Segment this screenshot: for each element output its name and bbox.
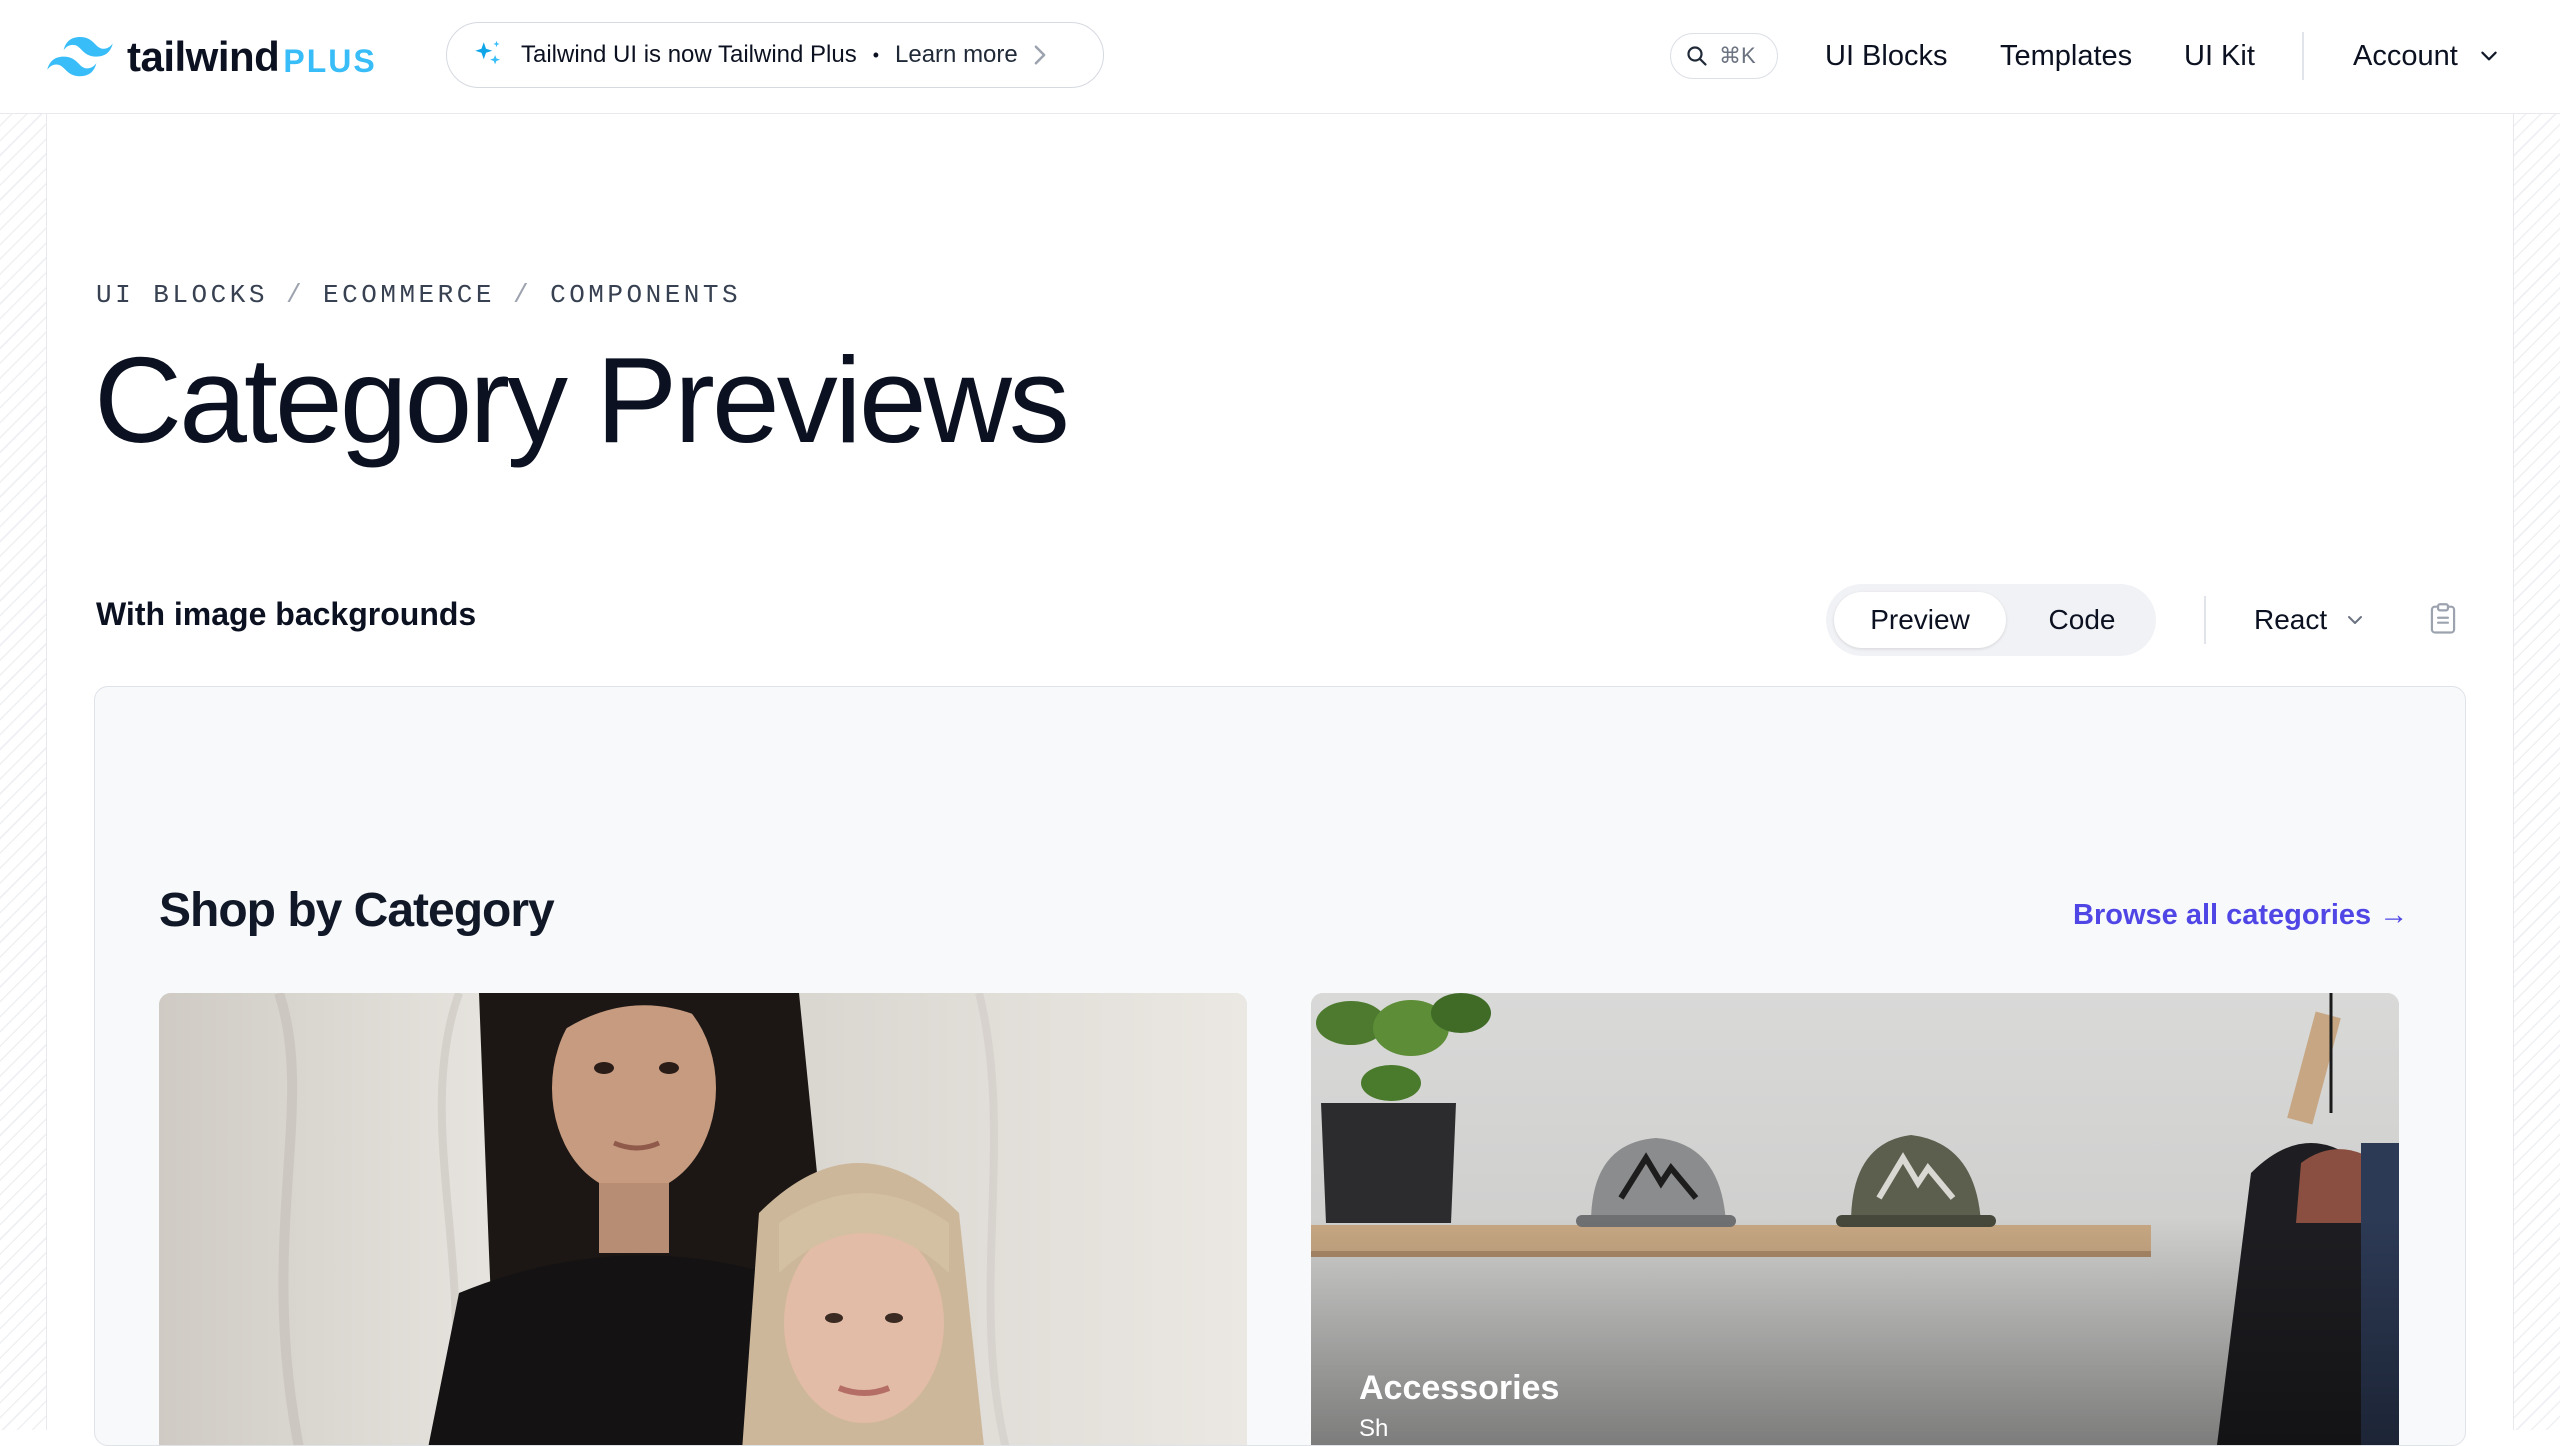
breadcrumb-components: COMPONENTS [550, 280, 742, 310]
toolbar-divider [2204, 596, 2206, 644]
clipboard-icon[interactable] [2428, 603, 2458, 635]
framework-select[interactable]: React [2254, 598, 2365, 642]
chevron-down-icon [2348, 616, 2363, 624]
chevron-down-icon [2481, 51, 2497, 61]
search-button[interactable]: ⌘K [1670, 33, 1778, 79]
logo-wordmark: tailwind [127, 33, 280, 80]
left-gutter [0, 114, 47, 1430]
category-card-label: Accessories [1359, 1369, 1560, 1407]
account-menu[interactable]: Account [2353, 30, 2500, 82]
account-label: Account [2353, 40, 2458, 72]
nav-templates[interactable]: Templates [2000, 30, 2132, 82]
breadcrumb-separator: / [512, 280, 533, 310]
right-gutter [2513, 114, 2560, 1430]
announcement-text: Tailwind UI is now Tailwind Plus [521, 41, 857, 68]
announcement-separator: • [872, 44, 880, 65]
announcement-pill[interactable]: Tailwind UI is now Tailwind Plus • Learn… [446, 22, 1104, 88]
category-card-accessories[interactable]: Accessories Sh [1311, 993, 2399, 1445]
tab-code[interactable]: Code [2022, 592, 2142, 648]
shop-by-category-heading: Shop by Category [159, 884, 555, 937]
category-image-women [159, 993, 1247, 1445]
nav-ui-blocks[interactable]: UI Blocks [1825, 30, 1947, 82]
learn-more-link[interactable]: Learn more [895, 41, 1018, 69]
nav-divider [2302, 32, 2304, 80]
nav-ui-kit[interactable]: UI Kit [2184, 30, 2255, 82]
search-shortcut: ⌘K [1719, 43, 1756, 68]
example-title: With image backgrounds [96, 596, 477, 632]
breadcrumb-separator: / [285, 280, 306, 310]
breadcrumb-ui-blocks[interactable]: UI BLOCKS [96, 280, 268, 310]
search-icon [1687, 46, 1707, 66]
framework-label: React [2254, 604, 2328, 635]
breadcrumb-ecommerce[interactable]: ECOMMERCE [323, 280, 495, 310]
chevron-right-icon [1034, 45, 1046, 65]
tailwind-logo-icon [47, 37, 113, 77]
tailwind-plus-logo[interactable]: tailwind PLUS [47, 30, 377, 84]
sparkle-icon [475, 40, 501, 65]
logo-plus-suffix: PLUS [283, 42, 377, 79]
page-title: Category Previews [94, 332, 1070, 468]
preview-code-toggle: Preview Code [1826, 584, 2156, 656]
component-preview-panel: Shop by Category Browse all categories → [94, 686, 2466, 1446]
top-navigation: tailwind PLUS Tailwind UI is now Tailwin… [0, 0, 2560, 114]
browse-all-categories-link[interactable]: Browse all categories → [2073, 899, 2408, 932]
category-card[interactable] [159, 993, 1247, 1445]
category-card-link[interactable]: Sh [1359, 1415, 1388, 1443]
tab-preview[interactable]: Preview [1834, 592, 2006, 648]
breadcrumb: UI BLOCKS / ECOMMERCE / COMPONENTS [96, 280, 741, 310]
